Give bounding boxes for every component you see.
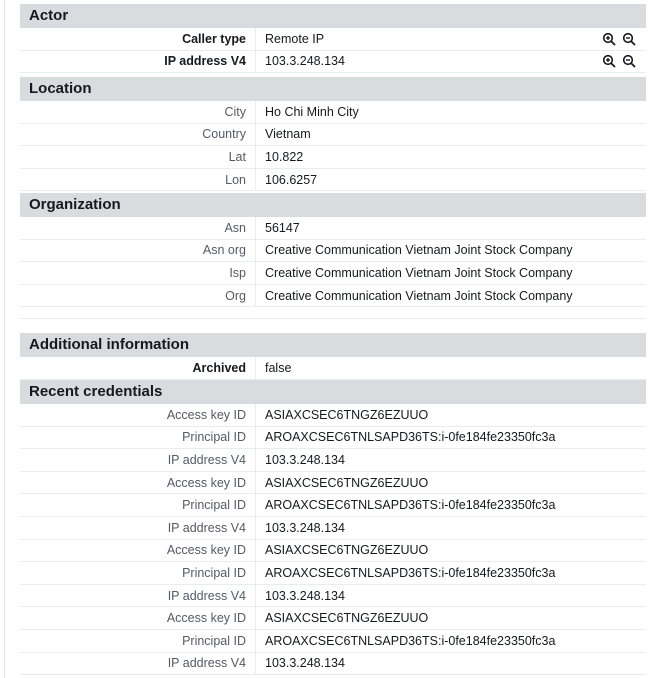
credentials-section: Recent credentials Access key ID ASIAXCS… xyxy=(20,380,646,676)
actor-heading: Actor xyxy=(20,4,646,28)
credentials-row: IP address V4 103.3.248.134 xyxy=(20,449,646,472)
additional-heading: Additional information xyxy=(20,333,646,357)
organization-row: Asn org Creative Communication Vietnam J… xyxy=(20,239,646,263)
credentials-row: Principal ID AROAXCSEC6TNLSAPD36TS:i-0fe… xyxy=(20,629,646,653)
row-key: Org xyxy=(20,284,256,307)
row-value: false xyxy=(265,360,292,375)
row-value: AROAXCSEC6TNLSAPD36TS:i-0fe184fe23350fc3… xyxy=(265,565,556,580)
row-key: IP address V4 xyxy=(20,449,256,471)
location-row: City Ho Chi Minh City xyxy=(20,101,646,124)
row-key: Caller type xyxy=(20,28,256,50)
row-key: Principal ID xyxy=(20,562,256,584)
row-value: ASIAXCSEC6TNGZ6EZUUO xyxy=(265,611,429,626)
row-key: Lat xyxy=(20,146,256,168)
divider xyxy=(20,318,646,319)
row-value: AROAXCSEC6TNLSAPD36TS:i-0fe184fe23350fc3… xyxy=(265,498,556,513)
row-value: 103.3.248.134 xyxy=(265,588,345,603)
zoom-in-icon[interactable] xyxy=(602,54,616,69)
row-value: 56147 xyxy=(265,220,300,235)
row-value: ASIAXCSEC6TNGZ6EZUUO xyxy=(265,543,429,558)
row-value: 10.822 xyxy=(265,149,304,164)
organization-heading: Organization xyxy=(20,193,646,217)
left-border xyxy=(4,0,5,678)
actor-section: Actor Caller type Remote IP IP address V xyxy=(20,4,646,74)
row-value: Creative Communication Vietnam Joint Sto… xyxy=(265,243,573,258)
zoom-out-icon[interactable] xyxy=(622,32,636,46)
actor-row-ip-address: IP address V4 103.3.248.134 xyxy=(20,50,646,74)
row-key: Asn xyxy=(20,217,256,239)
row-value: 106.6257 xyxy=(265,172,318,187)
credentials-row: Principal ID AROAXCSEC6TNLSAPD36TS:i-0fe… xyxy=(20,426,646,450)
location-row: Lat 10.822 xyxy=(20,146,646,169)
credentials-row: IP address V4 103.3.248.134 xyxy=(20,652,646,676)
row-key: IP address V4 xyxy=(20,516,256,539)
row-key: Principal ID xyxy=(20,494,256,516)
credentials-row: Access key ID ASIAXCSEC6TNGZ6EZUUO xyxy=(20,404,646,427)
row-value: ASIAXCSEC6TNGZ6EZUUO xyxy=(265,407,429,422)
credentials-row: Principal ID AROAXCSEC6TNLSAPD36TS:i-0fe… xyxy=(20,494,646,517)
organization-row: Asn 56147 xyxy=(20,217,646,240)
actor-row-caller-type: Caller type Remote IP xyxy=(20,28,646,51)
row-key: Access key ID xyxy=(20,404,256,426)
row-key: IP address V4 xyxy=(20,652,256,675)
row-key: IP address V4 xyxy=(20,50,256,73)
row-value: 103.3.248.134 xyxy=(265,656,345,671)
row-value: Vietnam xyxy=(265,127,311,142)
credentials-row: Principal ID AROAXCSEC6TNLSAPD36TS:i-0fe… xyxy=(20,562,646,585)
row-value: AROAXCSEC6TNLSAPD36TS:i-0fe184fe23350fc3… xyxy=(265,633,556,648)
row-value: AROAXCSEC6TNLSAPD36TS:i-0fe184fe23350fc3… xyxy=(265,430,556,445)
zoom-out-icon[interactable] xyxy=(622,54,636,69)
additional-section: Additional information Archived false xyxy=(20,333,646,380)
row-value: Creative Communication Vietnam Joint Sto… xyxy=(265,288,573,303)
credentials-heading: Recent credentials xyxy=(20,380,646,404)
row-value: 103.3.248.134 xyxy=(265,520,345,535)
location-row: Country Vietnam xyxy=(20,123,646,147)
row-key: Principal ID xyxy=(20,629,256,652)
organization-row: Org Creative Communication Vietnam Joint… xyxy=(20,284,646,308)
row-key: Country xyxy=(20,123,256,146)
row-value: Ho Chi Minh City xyxy=(265,104,359,119)
row-key: Access key ID xyxy=(20,471,256,494)
credentials-row: IP address V4 103.3.248.134 xyxy=(20,584,646,608)
credentials-row: Access key ID ASIAXCSEC6TNGZ6EZUUO xyxy=(20,607,646,630)
row-key: Principal ID xyxy=(20,426,256,449)
additional-row-archived: Archived false xyxy=(20,357,646,380)
location-heading: Location xyxy=(20,77,646,101)
row-key: Archived xyxy=(20,357,256,379)
row-value: 103.3.248.134 xyxy=(265,452,345,467)
location-row: Lon 106.6257 xyxy=(20,168,646,192)
row-key: City xyxy=(20,101,256,123)
row-key: Lon xyxy=(20,168,256,191)
row-value: ASIAXCSEC6TNGZ6EZUUO xyxy=(265,475,429,490)
location-section: Location City Ho Chi Minh City Country V… xyxy=(20,77,646,192)
row-key: Isp xyxy=(20,262,256,284)
row-value: Creative Communication Vietnam Joint Sto… xyxy=(265,265,573,280)
organization-row: Isp Creative Communication Vietnam Joint… xyxy=(20,262,646,285)
row-key: IP address V4 xyxy=(20,584,256,607)
zoom-in-icon[interactable] xyxy=(602,32,616,46)
row-value: 103.3.248.134 xyxy=(265,54,345,69)
row-key: Access key ID xyxy=(20,607,256,629)
credentials-row: Access key ID ASIAXCSEC6TNGZ6EZUUO xyxy=(20,471,646,495)
credentials-row: Access key ID ASIAXCSEC6TNGZ6EZUUO xyxy=(20,539,646,563)
row-key: Access key ID xyxy=(20,539,256,562)
row-key: Asn org xyxy=(20,239,256,262)
credentials-row: IP address V4 103.3.248.134 xyxy=(20,516,646,540)
row-value: Remote IP xyxy=(265,31,325,46)
organization-section: Organization Asn 56147 Asn org Creative … xyxy=(20,193,646,308)
